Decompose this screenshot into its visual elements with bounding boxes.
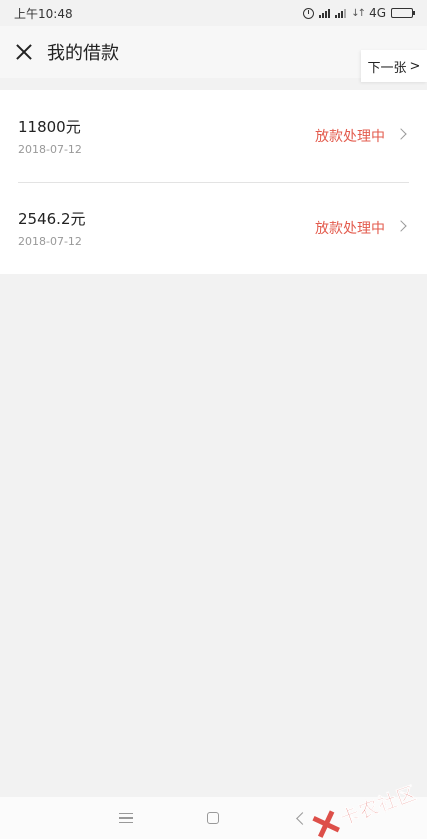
data-transfer-icon: ↓↑ (351, 7, 366, 19)
signal-icon (319, 8, 331, 18)
loan-amount: 2546.2元 (18, 210, 86, 228)
back-icon (295, 811, 309, 825)
loan-item[interactable]: 2546.2元 2018-07-12 放款处理中 (0, 182, 427, 274)
alarm-icon (303, 7, 315, 19)
signal-2-icon (335, 8, 347, 18)
close-icon[interactable] (14, 42, 34, 62)
next-button[interactable]: 下一张 > (361, 50, 427, 82)
loan-status: 放款处理中 (315, 129, 385, 145)
chevron-right-icon (395, 220, 407, 232)
loan-list: 11800元 2018-07-12 放款处理中 2546.2元 2018-07-… (0, 90, 427, 274)
status-time: 上午10:48 (14, 6, 73, 21)
app-header: 我的借款 下一张 > (0, 26, 427, 82)
home-icon (207, 812, 219, 824)
loan-status: 放款处理中 (315, 221, 385, 237)
menu-icon (119, 813, 133, 823)
status-bar: 上午10:48 ↓↑ 4G (0, 0, 427, 26)
nav-menu-button[interactable] (96, 797, 156, 839)
loan-date: 2018-07-12 (18, 143, 82, 156)
loan-item[interactable]: 11800元 2018-07-12 放款处理中 (0, 90, 427, 182)
chevron-right-icon: > (409, 58, 421, 74)
battery-icon (391, 8, 415, 18)
loan-date: 2018-07-12 (18, 235, 82, 248)
chevron-right-icon (395, 128, 407, 140)
loan-amount: 11800元 (18, 118, 81, 136)
nav-home-button[interactable] (183, 797, 243, 839)
network-type: 4G (369, 6, 386, 20)
next-button-label: 下一张 (367, 60, 407, 76)
page-title: 我的借款 (47, 43, 119, 64)
status-icons: ↓↑ 4G (303, 6, 415, 20)
